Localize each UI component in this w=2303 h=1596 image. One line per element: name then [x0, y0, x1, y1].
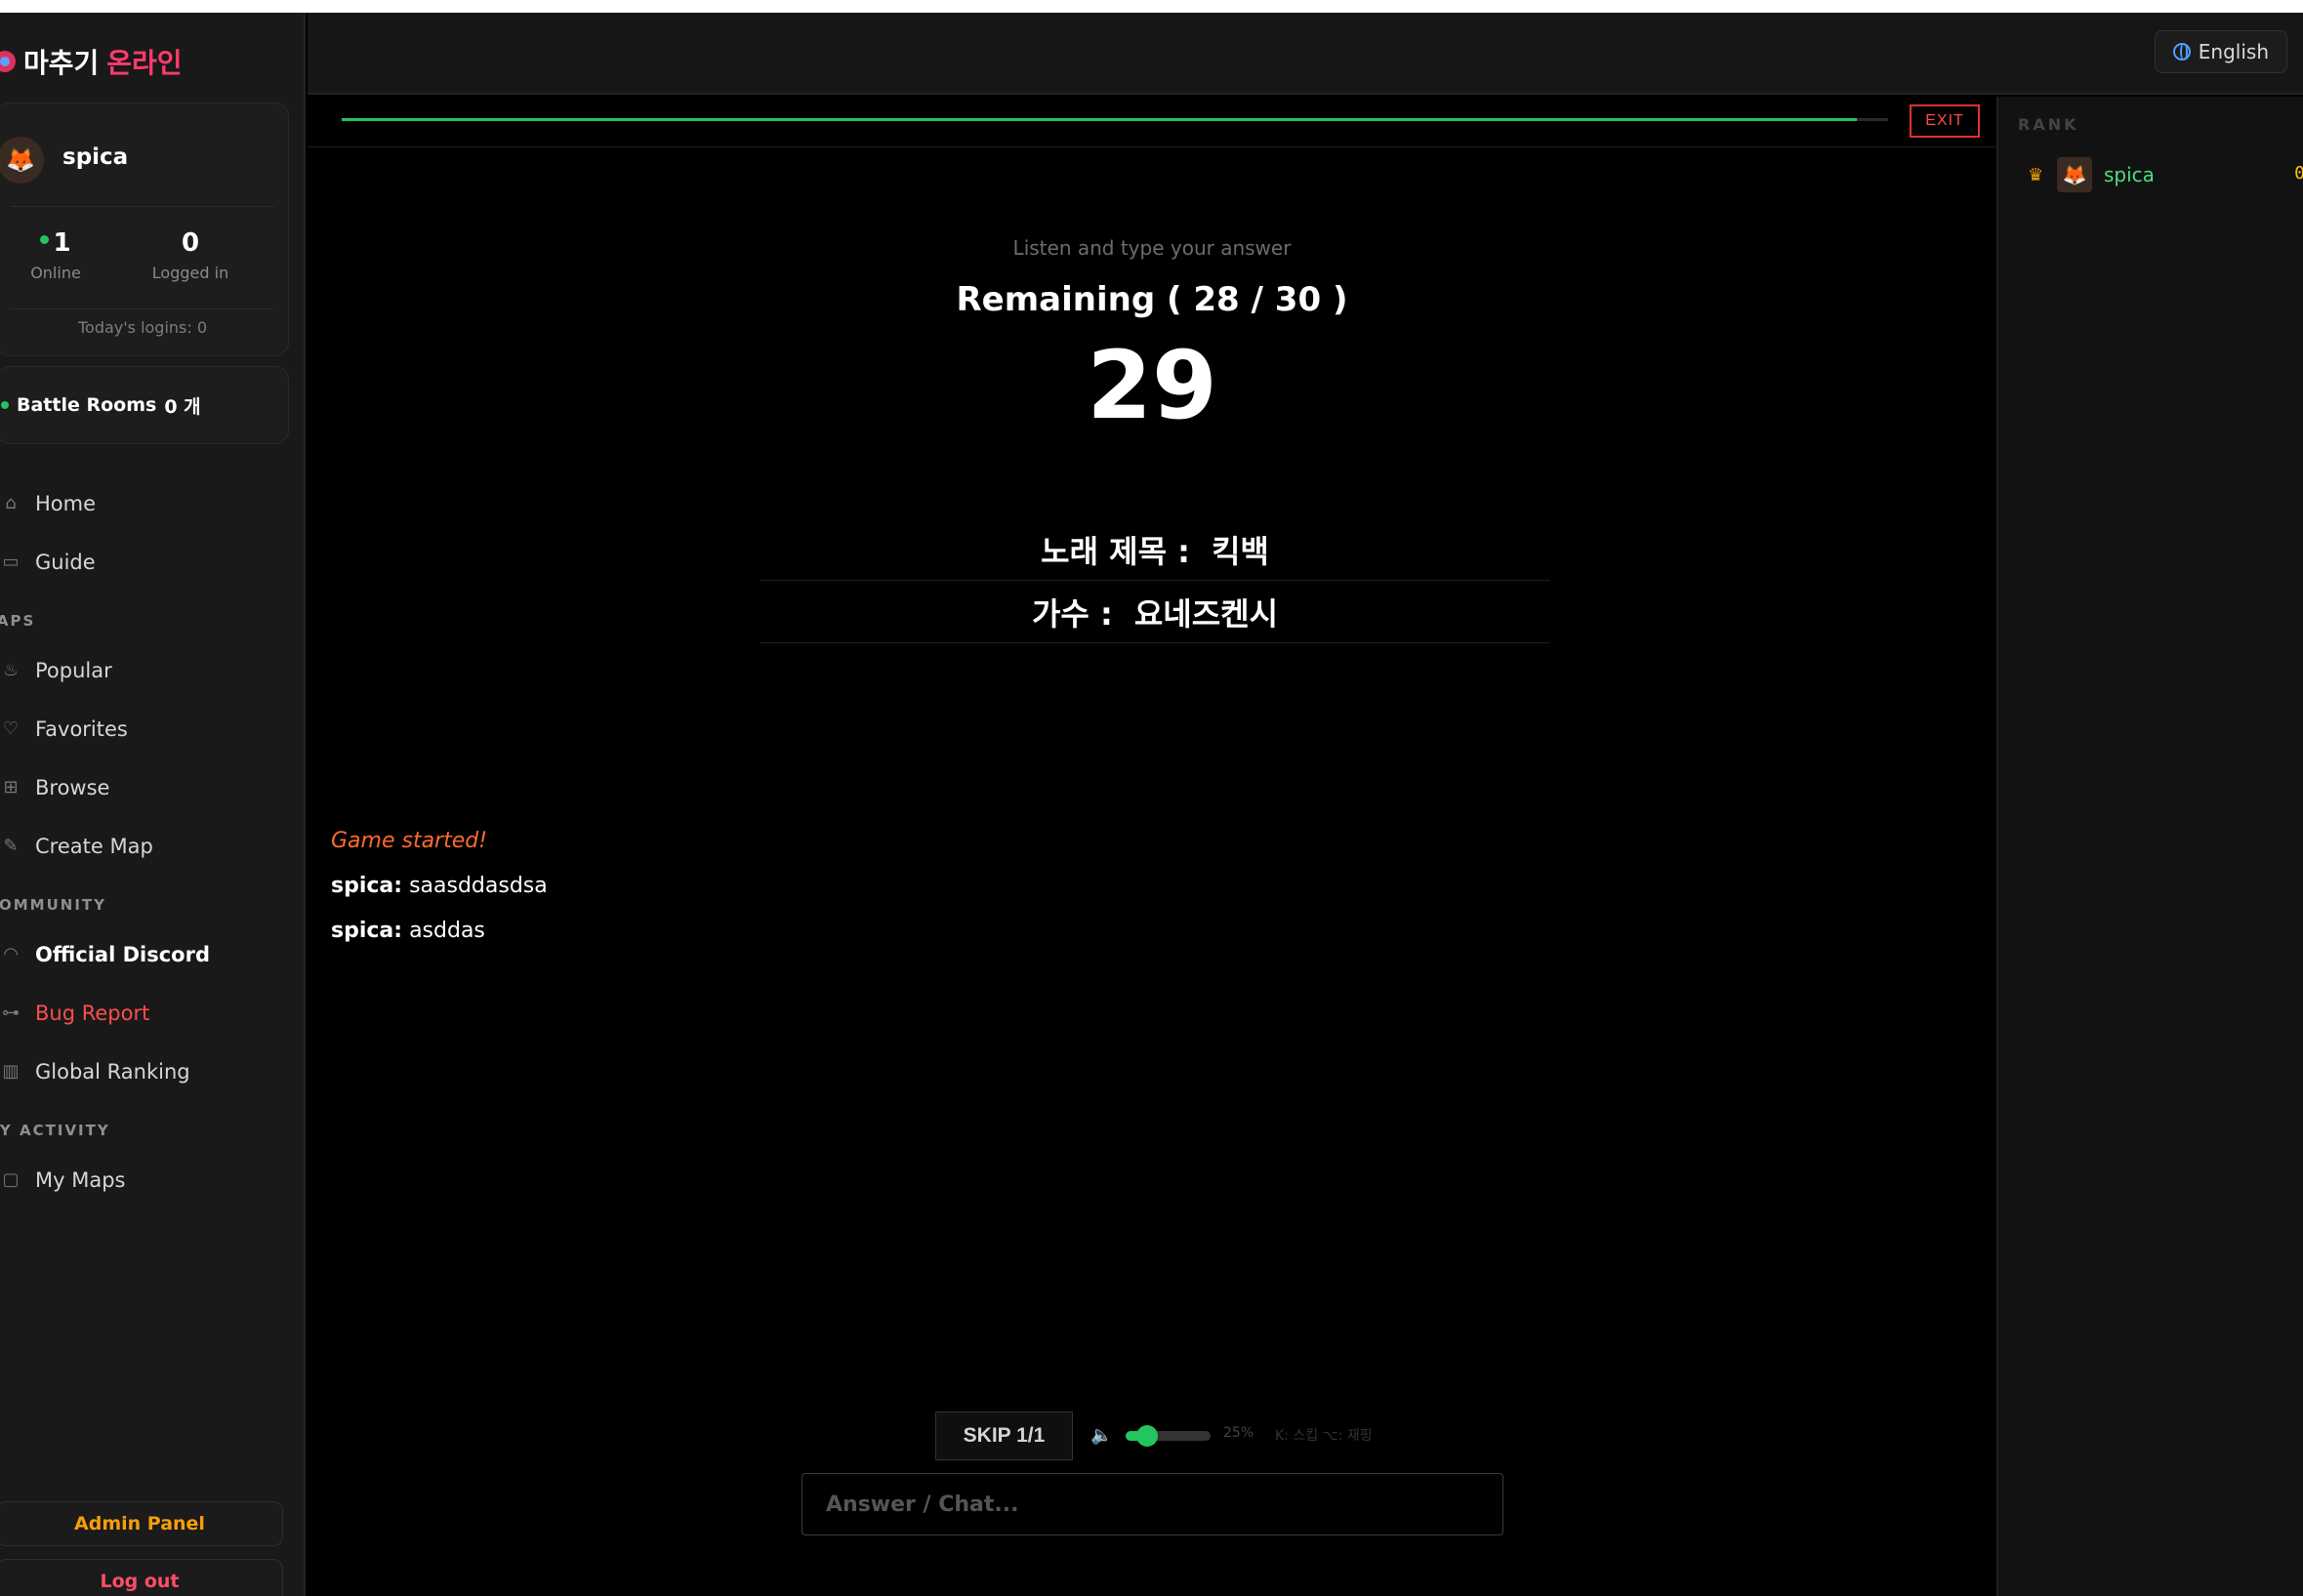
- volume-percent: 25%: [1223, 1425, 1254, 1441]
- todays-logins: Today's logins: 0: [77, 318, 208, 337]
- artist-value: 요네즈켄시: [1133, 595, 1279, 633]
- logged-in-stat: 0 Logged in: [132, 228, 249, 282]
- answer-chat-input[interactable]: [802, 1473, 1503, 1535]
- artist-row: 가수 : 요네즈켄시: [760, 582, 1550, 643]
- sidebar-item-label: Favorites: [35, 717, 128, 741]
- profile-username: spica: [62, 144, 129, 170]
- language-label: English: [2198, 40, 2269, 63]
- chat-text: asddas: [402, 919, 485, 943]
- avatar[interactable]: 🦊: [0, 137, 44, 184]
- sidebar-item-browse[interactable]: ⊞ Browse: [0, 771, 109, 804]
- rank-entry: ♛ 🦊 spica 0: [2028, 155, 2303, 194]
- crown-icon: ♛: [2028, 164, 2044, 185]
- brand-logo[interactable]: 마추기 온라인: [0, 42, 183, 81]
- remaining-counter: Remaining ( 28 / 30 ): [956, 280, 1348, 319]
- sidebar-item-bug-report[interactable]: ⊶ Bug Report: [0, 997, 149, 1030]
- sidebar-item-label: My Maps: [35, 1168, 126, 1192]
- sidebar-item-home[interactable]: ⌂ Home: [0, 487, 96, 520]
- sidebar-item-label: Home: [35, 492, 97, 515]
- book-icon: ▭: [2, 552, 20, 572]
- sidebar-item-popular[interactable]: ♨ Popular: [0, 654, 112, 687]
- chat-username: spica:: [331, 874, 403, 898]
- system-message: Game started!: [331, 829, 488, 853]
- divider: [11, 308, 274, 309]
- window-top-strip: [0, 0, 2303, 13]
- round-progress-fill: [342, 118, 1858, 121]
- logout-button[interactable]: Log out: [0, 1559, 283, 1596]
- song-title-row: 노래 제목 : 킥백: [760, 519, 1550, 581]
- artist-label: 가수 :: [1031, 595, 1113, 633]
- rank-title: RANK: [2018, 115, 2079, 134]
- sidebar-item-favorites[interactable]: ♡ Favorites: [0, 713, 128, 746]
- chat-message: spica: asddas: [331, 909, 1112, 954]
- keyboard-hint: K: 스킵 ⌥: 재핑: [1275, 1428, 1373, 1444]
- sidebar-item-official-discord[interactable]: ◠ Official Discord: [0, 938, 210, 971]
- bar-chart-icon: ▥: [2, 1061, 20, 1082]
- chat-text: saasddasdsa: [402, 874, 548, 898]
- section-header-community: COMMUNITY: [0, 896, 107, 914]
- sidebar-item-my-maps[interactable]: ▢ My Maps: [0, 1164, 125, 1197]
- chat-username: spica:: [331, 919, 403, 943]
- sidebar-item-create-map[interactable]: ✎ Create Map: [0, 830, 153, 863]
- sidebar: 마추기 온라인 🦊 spica 1 Online 0 Logged in Tod…: [0, 13, 306, 1596]
- divider: [11, 206, 274, 207]
- song-title-label: 노래 제목 :: [1041, 533, 1190, 570]
- sidebar-item-label: Official Discord: [35, 943, 210, 966]
- online-stat: 1 Online: [0, 228, 114, 282]
- avatar: 🦊: [2057, 157, 2092, 192]
- online-label: Online: [30, 264, 81, 282]
- brand-accent: 온라인: [106, 47, 183, 79]
- countdown-timer: 29: [1087, 331, 1217, 440]
- sidebar-item-label: Create Map: [35, 835, 153, 858]
- sidebar-item-label: Browse: [35, 776, 110, 799]
- section-header-my-activity: MY ACTIVITY: [0, 1122, 110, 1139]
- status-dot-icon: [1, 401, 9, 409]
- logged-in-count: 0: [181, 228, 200, 258]
- top-header: English: [308, 13, 2303, 95]
- section-header-maps: MAPS: [0, 612, 36, 630]
- rank-score: 0: [2294, 163, 2303, 184]
- flame-icon: ♨: [2, 660, 20, 680]
- chat-message: spica: saasddasdsa: [331, 864, 1112, 909]
- heart-icon: ♡: [2, 718, 20, 739]
- language-selector[interactable]: English: [2154, 30, 2287, 73]
- rank-panel: RANK ♛ 🦊 spica 0: [1996, 97, 2303, 1596]
- song-title-value: 킥백: [1211, 533, 1269, 570]
- divider: [308, 146, 1996, 147]
- folder-icon: ▢: [2, 1169, 20, 1190]
- skip-button[interactable]: SKIP 1/1: [935, 1412, 1073, 1460]
- rank-username: spica: [2104, 163, 2155, 186]
- battle-rooms-label: Battle Rooms: [17, 394, 157, 416]
- home-icon: ⌂: [5, 493, 17, 513]
- sidebar-item-label: Guide: [35, 551, 96, 574]
- chat-log: Game started! spica: saasddasdsa spica: …: [331, 819, 1112, 954]
- profile-card: 🦊 spica 1 Online 0 Logged in Today's log…: [0, 102, 289, 356]
- admin-panel-button[interactable]: Admin Panel: [0, 1501, 283, 1546]
- bug-icon: ⊶: [2, 1003, 20, 1023]
- sidebar-item-label: Popular: [35, 659, 112, 682]
- volume-slider[interactable]: [1126, 1425, 1211, 1447]
- globe-icon: [2172, 43, 2191, 61]
- game-area: EXIT Listen and type your answer Remaini…: [308, 97, 1996, 1596]
- exit-button[interactable]: EXIT: [1910, 104, 1980, 138]
- volume-slider-thumb[interactable]: [1135, 1425, 1158, 1447]
- grid-icon: ⊞: [3, 777, 19, 798]
- sidebar-item-global-ranking[interactable]: ▥ Global Ranking: [0, 1055, 190, 1088]
- game-prompt: Listen and type your answer: [1012, 236, 1292, 260]
- brand-name: 마추기: [23, 47, 100, 79]
- online-count: 1: [53, 228, 71, 258]
- battle-rooms-count: 0 개: [164, 395, 201, 418]
- speaker-icon[interactable]: 🔈: [1090, 1425, 1112, 1446]
- sidebar-item-label: Global Ranking: [35, 1060, 190, 1084]
- sidebar-item-label: Bug Report: [35, 1002, 150, 1025]
- sidebar-item-guide[interactable]: ▭ Guide: [0, 546, 96, 579]
- discord-icon: ◠: [4, 944, 18, 964]
- battle-rooms-card[interactable]: Battle Rooms 0 개: [0, 366, 289, 444]
- logo-icon: [0, 51, 16, 72]
- logged-in-label: Logged in: [151, 264, 229, 282]
- edit-icon: ✎: [3, 836, 19, 856]
- online-dot-icon: [40, 235, 50, 244]
- game-controls: SKIP 1/1 🔈 25% K: 스킵 ⌥: 재핑: [308, 1412, 1996, 1460]
- round-progress-bar: [342, 118, 1888, 121]
